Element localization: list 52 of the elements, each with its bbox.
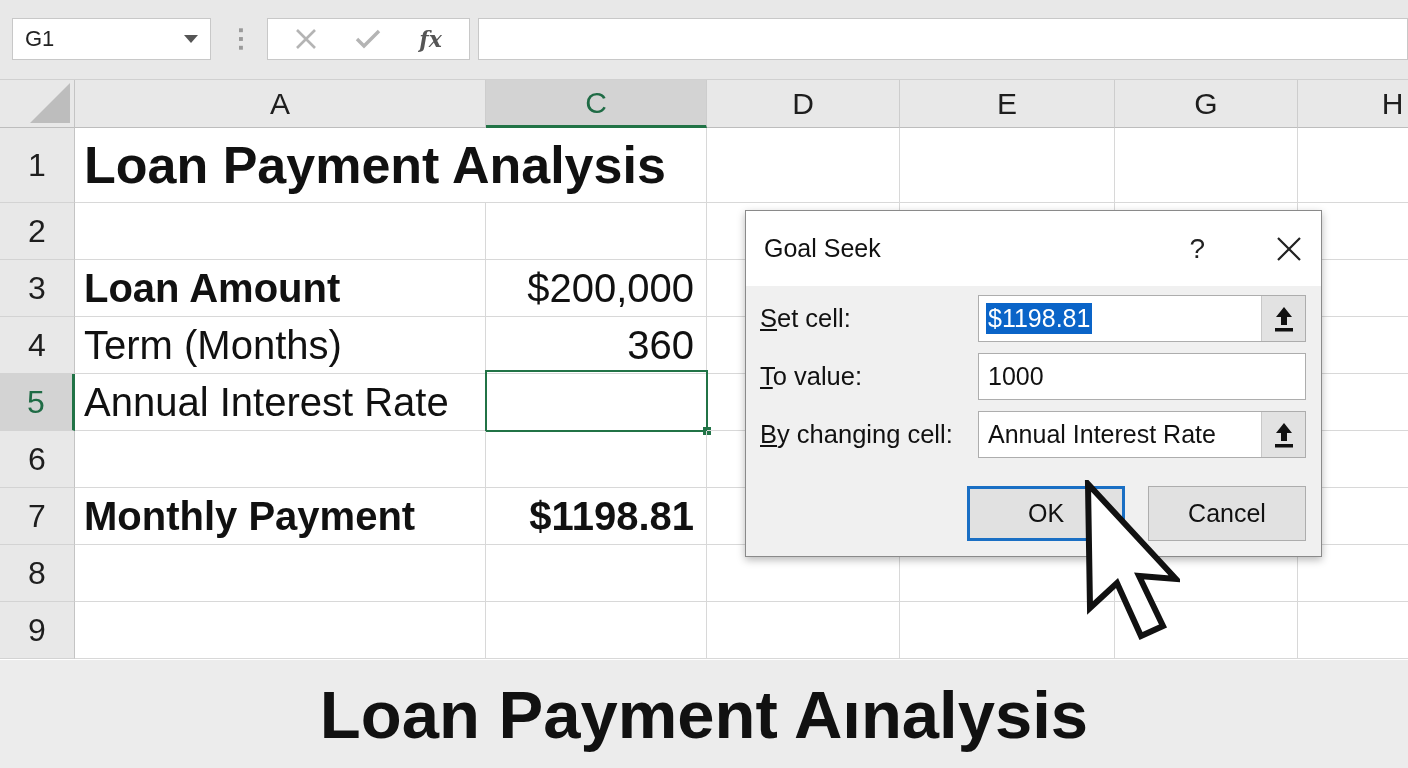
field-value: 1000 [987, 361, 1045, 392]
sheet-cell: Loan Amount [84, 265, 341, 311]
field-value: $1198.81 [986, 303, 1093, 334]
row-header[interactable]: 8 [0, 545, 75, 602]
column-header[interactable]: E [900, 80, 1115, 128]
field-label: By changing cell: [760, 420, 954, 449]
column-header[interactable]: H [1298, 80, 1408, 128]
row-header[interactable]: 9 [0, 602, 75, 659]
arrow-up-bar-icon [1273, 305, 1294, 332]
column-header[interactable]: A [75, 80, 486, 128]
name-box[interactable]: G1 [12, 18, 212, 60]
sheet-cell-text: 360 [627, 322, 695, 368]
row-header[interactable]: 7 [0, 488, 75, 545]
cell-reference-field[interactable]: Annual Interest Rate [978, 411, 1306, 458]
row-header[interactable]: 5 [0, 374, 75, 431]
field-label: To value: [760, 362, 864, 391]
value-field[interactable]: 1000 [978, 353, 1306, 400]
close-button[interactable] [1277, 236, 1301, 261]
close-icon [1277, 236, 1301, 261]
fill-handle-icon[interactable] [703, 427, 711, 435]
field-label: Set cell: [760, 304, 852, 333]
sheet-cell-text: $200,000 [527, 265, 695, 311]
x-icon [295, 28, 318, 50]
column-header[interactable]: D [707, 80, 900, 128]
sheet-cell: Annual Interest Rate [84, 379, 449, 425]
sheet-cell: Term (Months) [84, 322, 342, 368]
dialog-title: Goal Seek [764, 234, 882, 263]
active-cell[interactable] [485, 370, 708, 432]
caption-title: Loan Payment Aınalysis [319, 675, 1089, 753]
mouse-pointer-icon [1084, 480, 1180, 642]
sheet-cell: Loan Payment Analysis [84, 135, 666, 195]
insert-function-button[interactable]: fx [419, 26, 442, 52]
help-button[interactable]: ? [1183, 232, 1211, 265]
column-header[interactable]: C [486, 80, 707, 128]
sheet-cell-text: $1198.81 [529, 493, 695, 539]
column-header[interactable]: G [1115, 80, 1298, 128]
cell-reference-field[interactable]: $1198.81 [978, 295, 1306, 342]
row-header[interactable]: 3 [0, 260, 75, 317]
field-value: Annual Interest Rate [987, 419, 1217, 450]
range-select-button[interactable] [1261, 412, 1305, 457]
row-header[interactable]: 4 [0, 317, 75, 374]
row-header[interactable]: 6 [0, 431, 75, 488]
formula-bar-field[interactable] [478, 18, 1408, 60]
dropdown-caret-icon [184, 35, 199, 43]
vertical-dots-icon [239, 28, 244, 50]
dialog-button[interactable]: Cancel [1148, 486, 1306, 541]
sheet-cell: Monthly Payment [84, 493, 416, 539]
range-select-button[interactable] [1261, 296, 1305, 341]
arrow-up-bar-icon [1273, 421, 1294, 448]
checkmark-icon [355, 29, 382, 49]
row-header[interactable]: 2 [0, 203, 75, 260]
row-header[interactable]: 1 [0, 128, 75, 203]
